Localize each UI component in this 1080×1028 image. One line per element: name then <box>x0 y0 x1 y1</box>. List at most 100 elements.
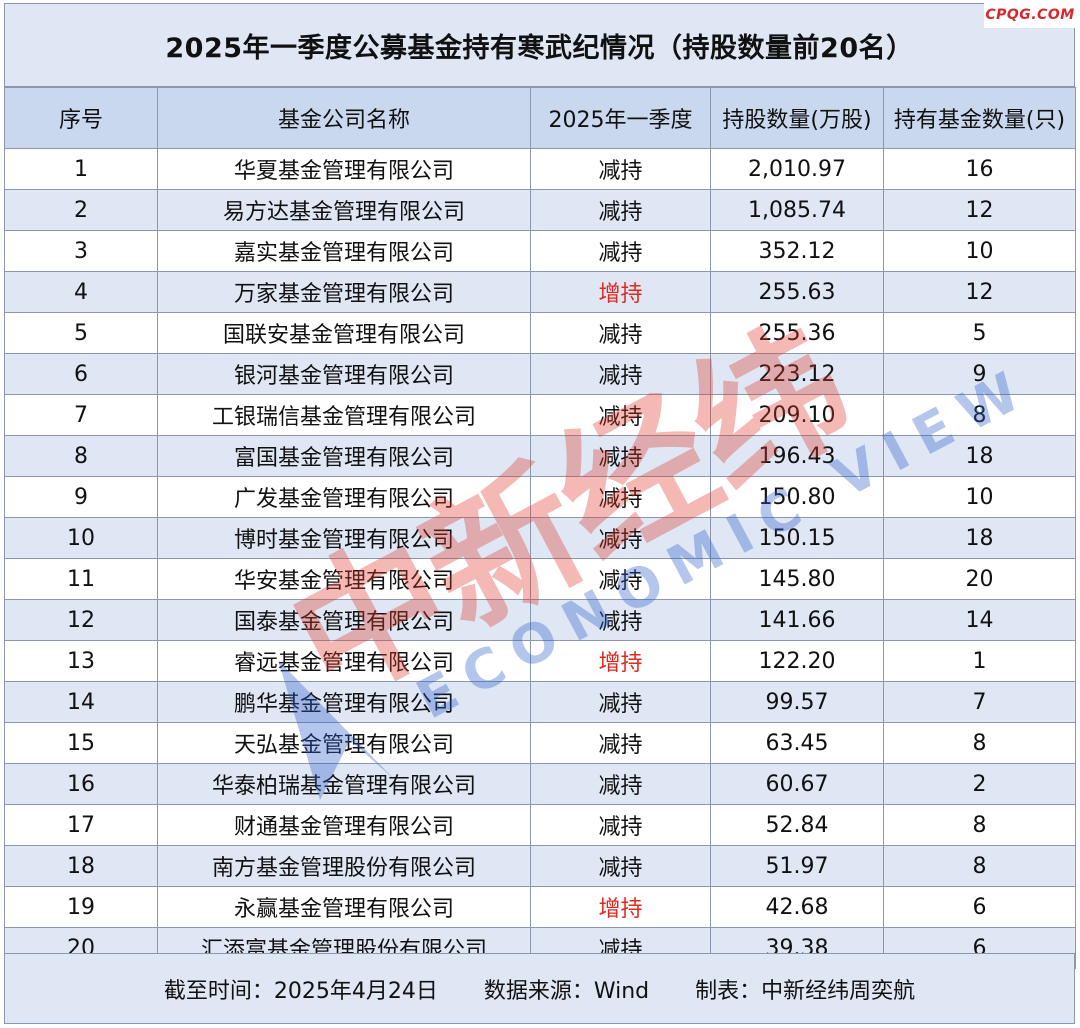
header-fund-count: 持有基金数量(只) <box>883 87 1076 149</box>
table-row: 16 华泰柏瑞基金管理有限公司 减持 60.67 2 <box>4 763 1076 805</box>
table-row: 18 南方基金管理股份有限公司 减持 51.97 8 <box>4 845 1076 887</box>
table-row: 12 国泰基金管理有限公司 减持 141.66 14 <box>4 599 1076 641</box>
table-row: 9 广发基金管理有限公司 减持 150.80 10 <box>4 476 1076 518</box>
table-row: 4 万家基金管理有限公司 增持 255.63 12 <box>4 271 1076 313</box>
holdings-table: 序号 基金公司名称 2025年一季度 持股数量(万股) 持有基金数量(只) 1华… <box>4 87 1076 969</box>
row-action: 增持 <box>530 886 711 928</box>
row-action: 减持 <box>530 763 711 805</box>
row-no: 12 <box>4 599 158 641</box>
row-action: 增持 <box>530 640 711 682</box>
row-no: 7 <box>4 394 158 436</box>
row-shares: 60.67 <box>710 763 884 805</box>
table-row: 3 嘉实基金管理有限公司 减持 352.12 10 <box>4 230 1076 272</box>
row-action: 减持 <box>530 353 711 395</box>
row-no: 8 <box>4 435 158 477</box>
row-company-name: 南方基金管理股份有限公司 <box>157 845 531 887</box>
row-action: 减持 <box>530 599 711 641</box>
row-fund-count: 8 <box>883 394 1076 436</box>
header-shares: 持股数量(万股) <box>710 87 884 149</box>
row-company-name: 财通基金管理有限公司 <box>157 804 531 846</box>
row-shares: 255.36 <box>710 312 884 354</box>
footer-date: 截至时间：2025年4月24日 <box>163 978 438 1004</box>
table-row: 15 天弘基金管理有限公司 减持 63.45 8 <box>4 722 1076 764</box>
row-action: 减持 <box>530 312 711 354</box>
row-company-name: 华泰柏瑞基金管理有限公司 <box>157 763 531 805</box>
footer-author: 制表：中新经纬周奕航 <box>695 978 916 1004</box>
row-fund-count: 7 <box>883 681 1076 723</box>
footer-source: 数据来源：Wind <box>483 978 650 1004</box>
row-fund-count: 8 <box>883 845 1076 887</box>
row-fund-count: 16 <box>883 148 1076 190</box>
row-fund-count: 6 <box>883 886 1076 928</box>
site-badge: CPQG.COM <box>984 2 1076 28</box>
row-company-name: 易方达基金管理有限公司 <box>157 189 531 231</box>
row-company-name: 博时基金管理有限公司 <box>157 517 531 559</box>
row-no: 19 <box>4 886 158 928</box>
row-action: 减持 <box>530 681 711 723</box>
row-fund-count: 18 <box>883 517 1076 559</box>
row-no: 1 <box>4 148 158 190</box>
table-row: 17 财通基金管理有限公司 减持 52.84 8 <box>4 804 1076 846</box>
table-row: 10 博时基金管理有限公司 减持 150.15 18 <box>4 517 1076 559</box>
row-company-name: 万家基金管理有限公司 <box>157 271 531 313</box>
table-row: 19 永赢基金管理有限公司 增持 42.68 6 <box>4 886 1076 928</box>
row-company-name: 工银瑞信基金管理有限公司 <box>157 394 531 436</box>
row-company-name: 广发基金管理有限公司 <box>157 476 531 518</box>
row-action: 减持 <box>530 435 711 477</box>
row-fund-count: 10 <box>883 476 1076 518</box>
row-fund-count: 9 <box>883 353 1076 395</box>
header-no: 序号 <box>4 87 158 149</box>
row-company-name: 睿远基金管理有限公司 <box>157 640 531 682</box>
row-shares: 352.12 <box>710 230 884 272</box>
row-action: 减持 <box>530 148 711 190</box>
row-no: 11 <box>4 558 158 600</box>
row-action: 减持 <box>530 517 711 559</box>
table-title: 2025年一季度公募基金持有寒武纪情况（持股数量前20名） <box>4 3 1075 87</box>
header-company: 基金公司名称 <box>157 87 531 149</box>
row-fund-count: 14 <box>883 599 1076 641</box>
row-no: 18 <box>4 845 158 887</box>
row-fund-count: 8 <box>883 804 1076 846</box>
row-no: 2 <box>4 189 158 231</box>
row-action: 减持 <box>530 394 711 436</box>
row-shares: 99.57 <box>710 681 884 723</box>
table-row: 8 富国基金管理有限公司 减持 196.43 18 <box>4 435 1076 477</box>
row-shares: 150.80 <box>710 476 884 518</box>
row-fund-count: 12 <box>883 189 1076 231</box>
row-no: 17 <box>4 804 158 846</box>
row-shares: 1,085.74 <box>710 189 884 231</box>
row-no: 4 <box>4 271 158 313</box>
row-company-name: 华安基金管理有限公司 <box>157 558 531 600</box>
table-footer: 截至时间：2025年4月24日 数据来源：Wind 制表：中新经纬周奕航 <box>4 953 1075 1024</box>
row-no: 10 <box>4 517 158 559</box>
row-company-name: 鹏华基金管理有限公司 <box>157 681 531 723</box>
table-row: 13 睿远基金管理有限公司 增持 122.20 1 <box>4 640 1076 682</box>
row-company-name: 嘉实基金管理有限公司 <box>157 230 531 272</box>
row-shares: 223.12 <box>710 353 884 395</box>
row-action: 减持 <box>530 804 711 846</box>
row-shares: 141.66 <box>710 599 884 641</box>
row-no: 3 <box>4 230 158 272</box>
row-fund-count: 20 <box>883 558 1076 600</box>
row-shares: 42.68 <box>710 886 884 928</box>
row-company-name: 银河基金管理有限公司 <box>157 353 531 395</box>
row-action: 减持 <box>530 558 711 600</box>
row-action: 减持 <box>530 189 711 231</box>
row-fund-count: 8 <box>883 722 1076 764</box>
row-company-name: 富国基金管理有限公司 <box>157 435 531 477</box>
row-shares: 2,010.97 <box>710 148 884 190</box>
row-shares: 255.63 <box>710 271 884 313</box>
row-action: 减持 <box>530 845 711 887</box>
row-no: 15 <box>4 722 158 764</box>
row-action: 减持 <box>530 722 711 764</box>
row-company-name: 华夏基金管理有限公司 <box>157 148 531 190</box>
row-shares: 145.80 <box>710 558 884 600</box>
row-action: 减持 <box>530 476 711 518</box>
row-shares: 51.97 <box>710 845 884 887</box>
row-company-name: 永赢基金管理有限公司 <box>157 886 531 928</box>
row-shares: 209.10 <box>710 394 884 436</box>
row-company-name: 天弘基金管理有限公司 <box>157 722 531 764</box>
row-company-name: 国联安基金管理有限公司 <box>157 312 531 354</box>
table-row: 14 鹏华基金管理有限公司 减持 99.57 7 <box>4 681 1076 723</box>
row-no: 14 <box>4 681 158 723</box>
